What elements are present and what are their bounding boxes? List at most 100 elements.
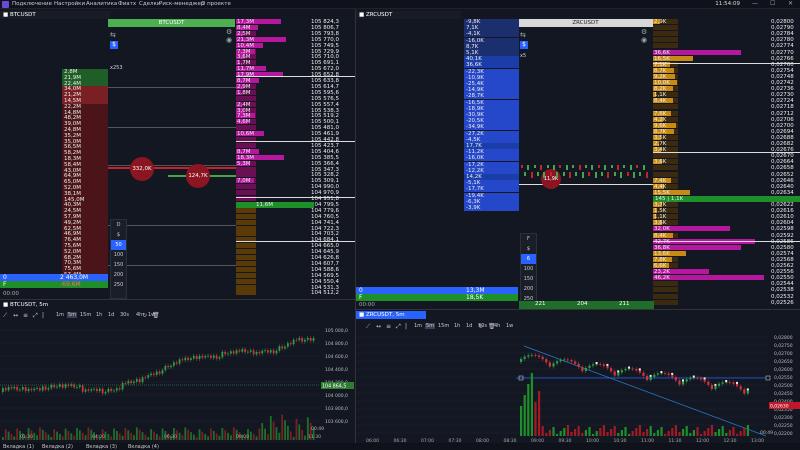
menu-fiat[interactable]: Фиатх <box>118 1 136 7</box>
ladder-price[interactable]: 0,02622 <box>771 202 794 208</box>
trash-icon[interactable]: 🗑 <box>152 312 160 319</box>
eye-icon[interactable]: ◉ <box>641 36 647 44</box>
ladder-price[interactable]: 0,02652 <box>771 172 794 178</box>
minimize-icon[interactable]: — <box>752 0 758 7</box>
arrow-tool-icon[interactable]: ↔ <box>13 312 18 319</box>
size-option-selected[interactable]: 6 <box>521 254 536 264</box>
chart-toggle-icon[interactable]: ⇆ <box>520 31 526 39</box>
menu-connect[interactable]: Подключение <box>12 1 52 7</box>
ladder-price[interactable]: 0,02700 <box>771 123 794 129</box>
right-size-selector[interactable]: F $ 6 100 150 200 250 <box>520 233 537 309</box>
timeframe-1d[interactable]: 1d <box>107 312 115 318</box>
timeframe-1m[interactable]: 1m <box>413 323 423 329</box>
ladder-price[interactable]: 0,02742 <box>771 80 794 86</box>
ladder-price[interactable]: 0,02706 <box>771 117 794 123</box>
timeframe-5m[interactable]: 5m <box>425 323 436 329</box>
gear-icon[interactable]: ⚙ <box>641 28 647 36</box>
timeframe-5m[interactable]: 5m <box>67 312 78 318</box>
ladder-price[interactable]: 0,02562 <box>771 263 794 269</box>
timeframe-15m[interactable]: 15m <box>79 312 92 318</box>
ladder-price[interactable]: 0,02544 <box>771 281 794 287</box>
menu-about[interactable]: О проекте <box>201 1 231 7</box>
ladder-price[interactable]: 0,02766 <box>771 56 794 62</box>
workspace-tab-3[interactable]: Вкладка (3) <box>86 444 117 450</box>
workspace-tab-4[interactable]: Вкладка (4) <box>128 444 159 450</box>
size-option[interactable]: D <box>111 220 126 230</box>
ladder-price[interactable]: 0,02574 <box>771 251 794 257</box>
ladder-price[interactable]: 0,02610 <box>771 214 794 220</box>
size-option[interactable]: 150 <box>521 274 536 284</box>
size-option[interactable]: 150 <box>111 260 126 270</box>
ladder-price[interactable]: 0,02646 <box>771 178 794 184</box>
line-tool-icon[interactable]: ⟋ <box>366 323 370 331</box>
workspace-tab-1[interactable]: Вкладка (1) <box>3 444 34 450</box>
ladder-price[interactable]: 0,02754 <box>771 68 794 74</box>
timeframe-30s[interactable]: 30s <box>119 312 130 318</box>
close-icon[interactable]: ✕ <box>788 0 793 7</box>
timeframe-15m[interactable]: 15m <box>437 323 450 329</box>
ladder-price[interactable]: 0,02736 <box>771 86 794 92</box>
workspace-tab-2[interactable]: Вкладка (2) <box>42 444 73 450</box>
ladder-price[interactable]: 0,02664 <box>771 159 794 165</box>
gear-icon[interactable]: ⚙ <box>226 28 232 36</box>
ladder-price[interactable]: 0,02592 <box>771 233 794 239</box>
ladder-price[interactable]: 0,02790 <box>771 25 794 31</box>
ladder-price[interactable]: 0,02784 <box>771 31 794 37</box>
ruler-tool-icon[interactable]: ≡ <box>386 323 391 330</box>
ladder-price[interactable]: 0,02694 <box>771 129 794 135</box>
refresh-icon[interactable]: ↻ <box>142 312 147 319</box>
size-option[interactable]: 200 <box>111 270 126 280</box>
ladder-price[interactable]: 0,02616 <box>771 208 794 214</box>
ladder-price[interactable]: 0,02770 <box>771 50 794 56</box>
menu-settings[interactable]: Настройки <box>54 1 85 7</box>
timeframe-1w[interactable]: 1w <box>505 323 514 329</box>
size-option[interactable]: 100 <box>111 250 126 260</box>
size-option[interactable]: 100 <box>521 264 536 274</box>
ladder-price[interactable]: 0,02640 <box>771 184 794 190</box>
left-panel-tab[interactable]: ■ BTCUSDT <box>0 11 110 19</box>
left-candle-chart[interactable]: 105 000,0 104 800,0 104 600,0 104 400,0 104 … <box>0 322 356 443</box>
ladder-price[interactable]: 0,02724 <box>771 98 794 104</box>
ladder-price[interactable]: 0,02532 <box>771 294 794 300</box>
ladder-price[interactable]: 0,02634 <box>771 190 794 196</box>
menu-risk[interactable]: Риск-менеджер <box>159 1 204 7</box>
ladder-price[interactable]: 0,02800 <box>771 19 794 25</box>
ladder-price[interactable]: 0,02730 <box>771 92 794 98</box>
ladder-price[interactable]: 0,02568 <box>771 257 794 263</box>
ladder-price[interactable]: 0,02712 <box>771 111 794 117</box>
timeframe-1m[interactable]: 1m <box>55 312 65 318</box>
line-tool-icon[interactable]: ⟋ <box>3 312 7 320</box>
size-option[interactable]: 200 <box>521 284 536 294</box>
menu-analytics[interactable]: Аналитика <box>86 1 117 7</box>
maximize-icon[interactable]: ☐ <box>770 0 775 7</box>
ladder-price[interactable]: 0,02556 <box>771 269 794 275</box>
size-option[interactable]: $ <box>521 244 536 254</box>
arrow-tool-icon[interactable]: ↔ <box>376 323 381 330</box>
right-candle-chart[interactable]: 0,02800 0,02750 0,02700 0,02650 0,02600 0,025… <box>356 332 800 443</box>
ladder-price[interactable]: 0,02688 <box>771 135 794 141</box>
ladder-price[interactable]: 104 512,2 <box>311 290 339 296</box>
expand-tool-icon[interactable]: ⤢ <box>33 312 38 320</box>
timeframe-1h[interactable]: 1h <box>453 323 461 329</box>
eye-icon[interactable]: ◉ <box>226 36 232 44</box>
size-option-selected[interactable]: 50 <box>111 240 126 250</box>
left-size-selector[interactable]: D $ 50 100 150 200 250 <box>110 219 127 299</box>
size-option[interactable]: F <box>521 234 536 244</box>
ladder-price[interactable]: 0,02780 <box>771 37 794 43</box>
timeframe-1h[interactable]: 1h <box>95 312 103 318</box>
ladder-price[interactable]: 0,02580 <box>771 245 794 251</box>
ladder-price[interactable]: 0,02670 <box>771 153 794 159</box>
ladder-price[interactable]: 0,02598 <box>771 226 794 232</box>
ladder-price[interactable]: 0,02550 <box>771 275 794 281</box>
size-option[interactable]: $ <box>111 230 126 240</box>
ladder-price[interactable]: 0,02682 <box>771 141 794 147</box>
timeframe-1d[interactable]: 1d <box>465 323 473 329</box>
trash-icon[interactable]: 🗑 <box>488 323 496 330</box>
ladder-price[interactable]: 0,02604 <box>771 220 794 226</box>
ladder-price[interactable]: 0,02774 <box>771 43 794 49</box>
ladder-price[interactable]: 0,02748 <box>771 74 794 80</box>
ladder-price[interactable]: 0,02538 <box>771 287 794 293</box>
ladder-price[interactable]: 0,02718 <box>771 104 794 110</box>
menu-deals[interactable]: Сделки <box>139 1 160 7</box>
chart-toggle-icon[interactable]: ⇆ <box>110 31 116 39</box>
